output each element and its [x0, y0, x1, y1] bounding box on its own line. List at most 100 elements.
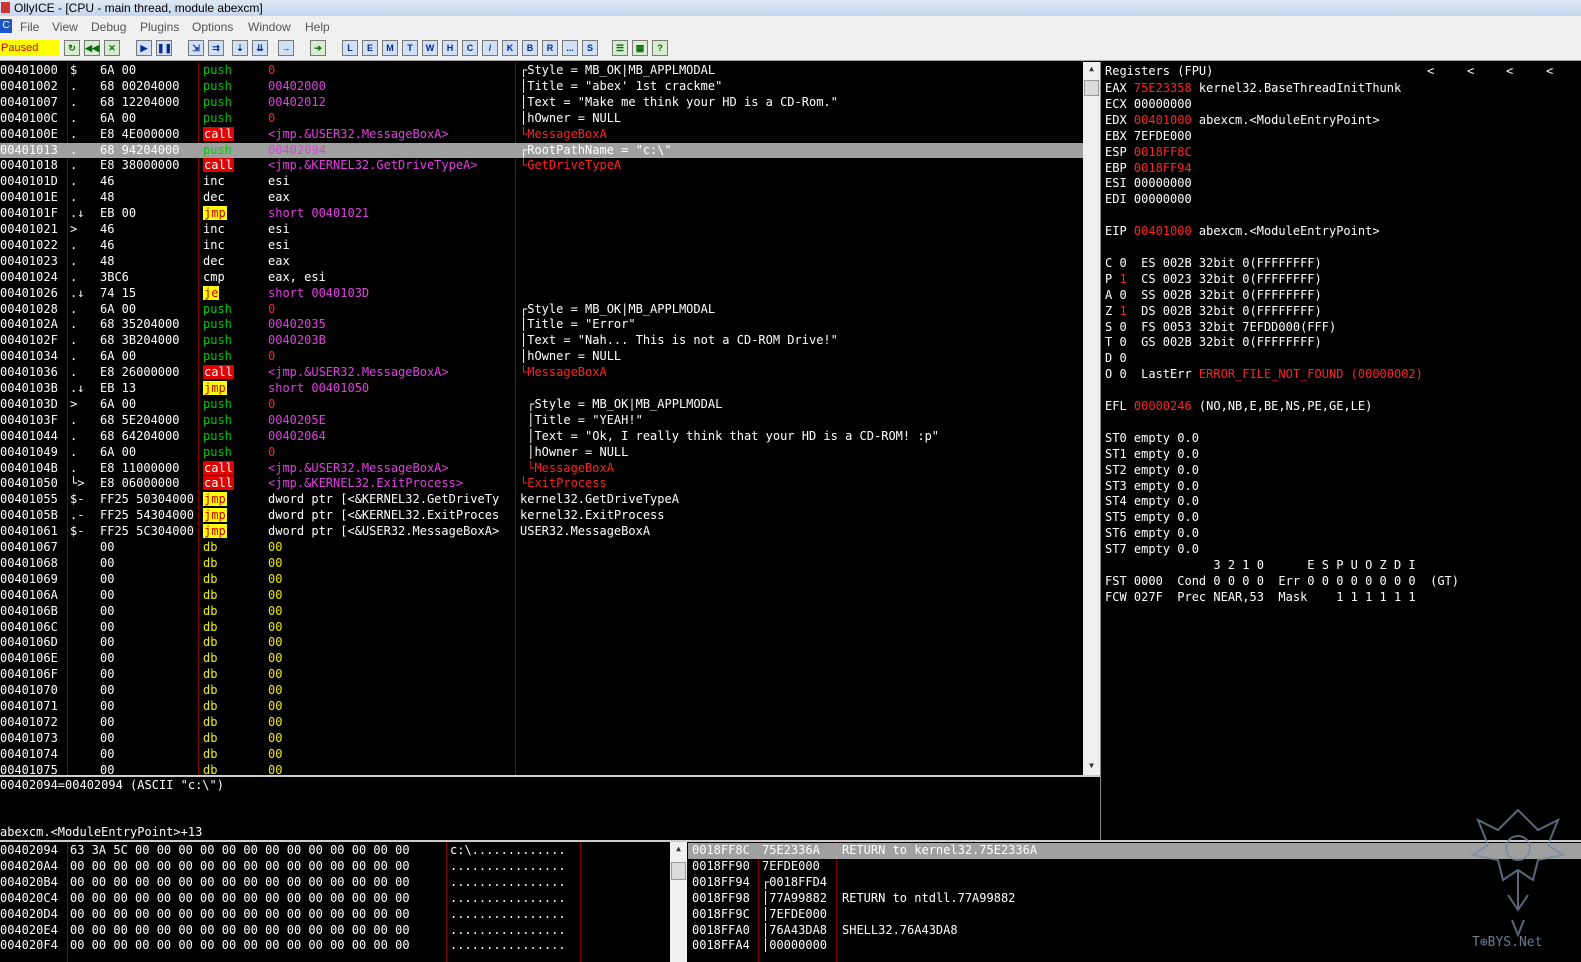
toolbar-button-w[interactable]: W	[422, 40, 438, 56]
disasm-row[interactable]: 0040106C 00 db 00	[0, 620, 1083, 636]
toolbar-button-c[interactable]: C	[462, 40, 478, 56]
menu-options[interactable]: Options	[192, 20, 233, 34]
disasm-row[interactable]: 0040101D. 46 inc esi	[0, 174, 1083, 190]
disasm-row[interactable]: 0040106A 00 db 00	[0, 588, 1083, 604]
disasm-row[interactable]: 0040101E. 48 dec eax	[0, 190, 1083, 206]
rewind-icon[interactable]: ◀◀	[84, 40, 100, 56]
disasm-row[interactable]: 0040102A. 68 35204000 push 00402035 │Title =…	[0, 317, 1083, 333]
toolbar-button-b[interactable]: B	[522, 40, 538, 56]
disasm-row[interactable]: 00401071 00 db 00	[0, 699, 1083, 715]
chevron-left-icon[interactable]: <	[1427, 64, 1434, 80]
disasm-row[interactable]: 00401000 $6A 00 push 0 ┌Style = MB_OK|MB_APP…	[0, 63, 1083, 79]
disasm-row[interactable]: 00401055 $- FF25 50304000 jmp dword ptr [<&K…	[0, 492, 1083, 508]
stack-row[interactable]: 0018FFA4 │00000000	[688, 938, 1581, 954]
toolbar-button-dots[interactable]: ...	[562, 40, 578, 56]
disasm-row[interactable]: 00401070 00 db 00	[0, 683, 1083, 699]
menu-window[interactable]: Window	[248, 20, 291, 34]
chevron-left-icon[interactable]: <	[1467, 64, 1474, 80]
disassembler-pane[interactable]: 00401000 $6A 00 push 0 ┌Style = MB_OK|MB_APP…	[0, 62, 1083, 777]
registers-header[interactable]: Registers (FPU) < < < <	[1101, 64, 1581, 80]
register-line[interactable]: 3 2 1 0 E S P U O Z D I	[1101, 558, 1581, 574]
disasm-row[interactable]: 00401050 └> E8 06000000 call <jmp.&KERNEL32.…	[0, 476, 1083, 492]
disasm-row[interactable]: 00401044. 68 64204000 push 00402064 │Text =…	[0, 429, 1083, 445]
disasm-row[interactable]: 00401021 >46 inc esi	[0, 222, 1083, 238]
app-menu-icon[interactable]: C	[0, 19, 12, 33]
disasm-row[interactable]: 00401068 00 db 00	[0, 556, 1083, 572]
trace-into-icon[interactable]: ⇣	[232, 40, 248, 56]
chevron-left-icon[interactable]: <	[1506, 64, 1513, 80]
disasm-row[interactable]: 0040106D 00 db 00	[0, 635, 1083, 651]
disasm-row[interactable]: 00401067 00 db 00	[0, 540, 1083, 556]
disasm-row[interactable]: 00401002. 68 00204000 push 00402000 │Title =…	[0, 79, 1083, 95]
toolbar-button-r[interactable]: R	[542, 40, 558, 56]
disasm-row[interactable]: 0040106F 00 db 00	[0, 667, 1083, 683]
disasm-row[interactable]: 0040103B .↓ EB 13 jmp short 00401050	[0, 381, 1083, 397]
register-line[interactable]	[1101, 240, 1581, 256]
register-line[interactable]: P 1 CS 0023 32bit 0(FFFFFFFF)	[1101, 272, 1581, 288]
list-icon[interactable]: ☰	[612, 40, 628, 56]
register-line[interactable]: FCW 027F Prec NEAR,53 Mask 1 1 1 1 1 1	[1101, 590, 1581, 606]
register-line[interactable]: ST3 empty 0.0	[1101, 479, 1581, 495]
stack-row[interactable]: 0018FF90 7EFDE000	[688, 859, 1581, 875]
run-icon[interactable]: ▶	[136, 40, 152, 56]
disasm-row[interactable]: 00401074 00 db 00	[0, 747, 1083, 763]
register-line[interactable]: EIP 00401000 abexcm.<ModuleEntryPoint>	[1101, 224, 1581, 240]
memory-dump-pane[interactable]: 00402094 63 3A 5C 00 00 00 00 00 00 00 00…	[0, 842, 670, 962]
dump-row[interactable]: 004020A4 00 00 00 00 00 00 00 00 00 00 00…	[0, 859, 670, 875]
help-icon[interactable]: ?	[652, 40, 668, 56]
register-line[interactable]: ST1 empty 0.0	[1101, 447, 1581, 463]
register-line[interactable]: O 0 LastErr ERROR_FILE_NOT_FOUND (000000…	[1101, 367, 1581, 383]
register-line[interactable]: EDI 00000000	[1101, 192, 1581, 208]
dump-row[interactable]: 004020C4 00 00 00 00 00 00 00 00 00 00 00…	[0, 891, 670, 907]
dump-scrollbar[interactable]: ▲	[670, 842, 687, 962]
stack-row[interactable]: 0018FF8C 75E2336A RETURN to kernel32.75E23…	[688, 843, 1581, 859]
disasm-row[interactable]: 00401013. 68 94204000 push 00402094 ┌RootPat…	[0, 142, 1083, 159]
register-line[interactable]: S 0 FS 0053 32bit 7EFDD000(FFF)	[1101, 320, 1581, 336]
stack-pane[interactable]: 0018FF8C 75E2336A RETURN to kernel32.75E23…	[688, 842, 1581, 962]
disasm-row[interactable]: 0040106B 00 db 00	[0, 604, 1083, 620]
step-into-icon[interactable]: ⇲	[188, 40, 204, 56]
scroll-thumb[interactable]	[1084, 80, 1099, 96]
disasm-row[interactable]: 00401026 .↓ 74 15 je short 0040103D	[0, 285, 1083, 302]
step-over-icon[interactable]: ⇉	[208, 40, 224, 56]
disasm-row[interactable]: 00401072 00 db 00	[0, 715, 1083, 731]
register-line[interactable]: EDX 00401000 abexcm.<ModuleEntryPoint>	[1101, 113, 1581, 129]
disasm-row[interactable]: 0040102F. 68 3B204000 push 0040203B │Text = …	[0, 333, 1083, 349]
toolbar-button-h[interactable]: H	[442, 40, 458, 56]
disasm-row[interactable]: 0040103F. 68 5E204000 push 0040205E │Title …	[0, 413, 1083, 429]
open-icon[interactable]: ↻	[64, 40, 80, 56]
stack-row[interactable]: 0018FF94 ┌0018FFD4	[688, 875, 1581, 891]
toolbar-button-e[interactable]: E	[362, 40, 378, 56]
menu-file[interactable]: File	[20, 20, 39, 34]
dump-row[interactable]: 004020F4 00 00 00 00 00 00 00 00 00 00 00…	[0, 938, 670, 954]
register-line[interactable]	[1101, 208, 1581, 224]
register-line[interactable]: ST4 empty 0.0	[1101, 494, 1581, 510]
toolbar-button-t[interactable]: T	[402, 40, 418, 56]
disasm-row[interactable]: 00401073 00 db 00	[0, 731, 1083, 747]
trace-over-icon[interactable]: ⇊	[252, 40, 268, 56]
dump-row[interactable]: 00402094 63 3A 5C 00 00 00 00 00 00 00 00…	[0, 843, 670, 859]
disasm-row[interactable]: 00401024. 3BC6 cmp eax, esi	[0, 270, 1083, 286]
register-line[interactable]: EBX 7EFDE000	[1101, 129, 1581, 145]
register-line[interactable]: ST6 empty 0.0	[1101, 526, 1581, 542]
register-line[interactable]: ST2 empty 0.0	[1101, 463, 1581, 479]
register-line[interactable]: ECX 00000000	[1101, 97, 1581, 113]
menu-view[interactable]: View	[52, 20, 78, 34]
execute-till-return-icon[interactable]: →	[278, 40, 294, 56]
disasm-row[interactable]: 00401034. 6A 00 push 0 │hOwner = NULL	[0, 349, 1083, 365]
dump-row[interactable]: 004020E4 00 00 00 00 00 00 00 00 00 00 00…	[0, 923, 670, 939]
register-line[interactable]	[1101, 415, 1581, 431]
close-icon[interactable]: ✕	[104, 40, 120, 56]
disasm-row[interactable]: 00401049. 6A 00 push 0 │hOwner = NULL	[0, 445, 1083, 461]
register-line[interactable]: D 0	[1101, 351, 1581, 367]
register-line[interactable]: ST7 empty 0.0	[1101, 542, 1581, 558]
toolbar-button-s[interactable]: S	[582, 40, 598, 56]
register-line[interactable]: Z 1 DS 002B 32bit 0(FFFFFFFF)	[1101, 304, 1581, 320]
scroll-up-icon[interactable]: ▲	[671, 844, 686, 856]
register-line[interactable]: A 0 SS 002B 32bit 0(FFFFFFFF)	[1101, 288, 1581, 304]
disasm-row[interactable]: 0040100E. E8 4E000000 call <jmp.&USER32.Mes…	[0, 126, 1083, 143]
register-line[interactable]: EAX 75E23358 kernel32.BaseThreadInitThun…	[1101, 81, 1581, 97]
toolbar-button-slash[interactable]: /	[482, 40, 498, 56]
chevron-left-icon[interactable]: <	[1546, 64, 1553, 80]
register-line[interactable]: FST 0000 Cond 0 0 0 0 Err 0 0 0 0 0 0 0 …	[1101, 574, 1581, 590]
